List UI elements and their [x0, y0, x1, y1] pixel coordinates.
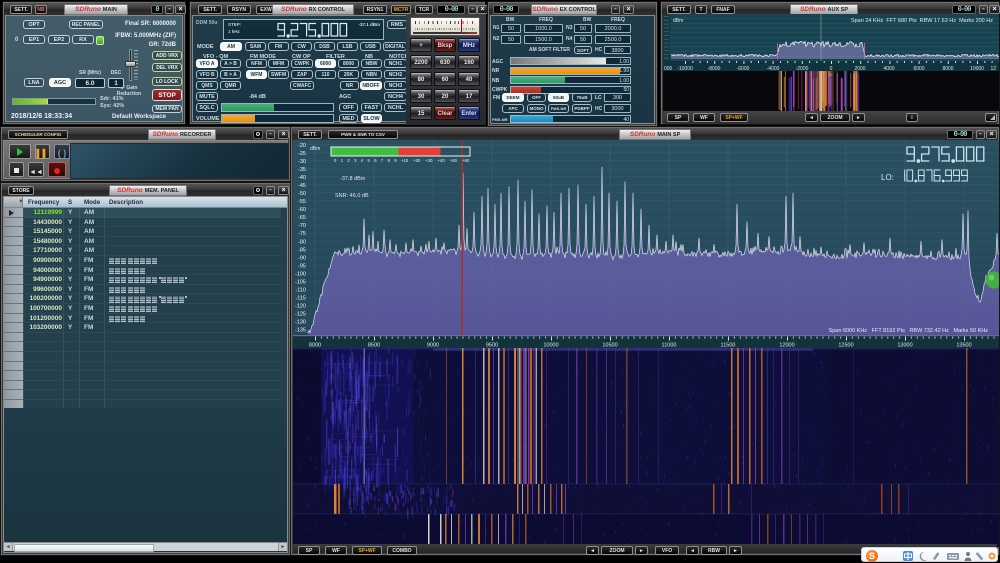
svg-text:-110: -110 — [295, 288, 306, 294]
svg-text:-120: -120 — [295, 304, 306, 310]
svg-text:9000: 9000 — [427, 343, 439, 349]
svg-text:-80: -80 — [298, 239, 306, 245]
svg-text:-30: -30 — [298, 159, 306, 165]
svg-text:-20: -20 — [298, 143, 306, 149]
svg-text:LO:: LO: — [881, 173, 894, 182]
svg-text:+30: +30 — [425, 158, 433, 163]
svg-text:Span 6000 KHz FFT 8192 Pts: Span 6000 KHz FFT 8192 Pts RBW 732.42 Hz… — [829, 328, 989, 334]
svg-text:-55: -55 — [298, 199, 306, 205]
svg-text:+10: +10 — [401, 158, 409, 163]
svg-text:-50: -50 — [298, 191, 306, 197]
svg-text:-45: -45 — [298, 183, 306, 189]
svg-text:8500: 8500 — [368, 343, 380, 349]
svg-text:13000: 13000 — [897, 343, 912, 349]
svg-text:10500: 10500 — [602, 343, 617, 349]
svg-text:-115: -115 — [295, 296, 306, 302]
svg-text:-130: -130 — [295, 320, 306, 326]
svg-text:-65: -65 — [298, 215, 306, 221]
svg-text:-40: -40 — [298, 175, 306, 181]
svg-text:SNR: 46.0 dB: SNR: 46.0 dB — [335, 193, 369, 199]
svg-text:12500: 12500 — [838, 343, 853, 349]
svg-text:dBm: dBm — [310, 146, 320, 152]
svg-text:-25: -25 — [298, 151, 306, 157]
svg-text:-60: -60 — [298, 207, 306, 213]
svg-text:11500: 11500 — [721, 343, 736, 349]
svg-text:-90: -90 — [298, 255, 306, 261]
svg-text:-37.8 dBm: -37.8 dBm — [340, 176, 366, 182]
svg-text:-105: -105 — [295, 280, 306, 286]
svg-text:-85: -85 — [298, 247, 306, 253]
svg-text:-135: -135 — [295, 328, 306, 334]
svg-text:10000: 10000 — [543, 343, 558, 349]
svg-text:Span 24 KHz FFT 680 Pts RBW: Span 24 KHz FFT 680 Pts RBW 17.63 Hz Mar… — [851, 18, 993, 24]
svg-text:-95: -95 — [298, 263, 306, 269]
svg-text:dBm: dBm — [673, 18, 683, 24]
svg-text:12000: 12000 — [779, 343, 794, 349]
svg-text:-35: -35 — [298, 167, 306, 173]
svg-text:8000: 8000 — [309, 343, 321, 349]
svg-text:+20: +20 — [413, 158, 421, 163]
svg-text:-70: -70 — [298, 223, 306, 229]
svg-text:13500: 13500 — [956, 343, 971, 349]
svg-text:11000: 11000 — [662, 343, 677, 349]
svg-text:+60: +60 — [462, 158, 470, 163]
svg-text:-75: -75 — [298, 231, 306, 237]
svg-text:+40: +40 — [438, 158, 446, 163]
svg-text:-125: -125 — [295, 312, 306, 318]
svg-text:+50: +50 — [450, 158, 458, 163]
svg-text:9500: 9500 — [486, 343, 498, 349]
svg-text:-100: -100 — [295, 271, 306, 277]
